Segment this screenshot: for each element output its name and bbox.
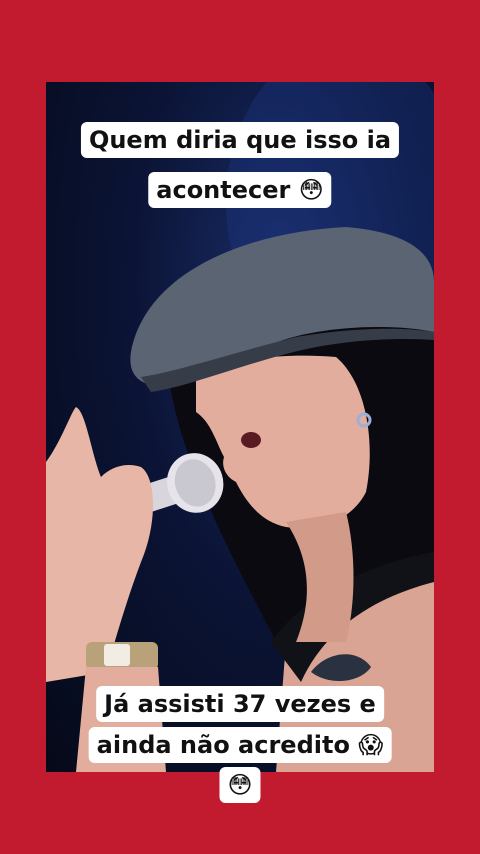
watch-face: [104, 644, 130, 666]
bottom-caption-line-2: ainda não acredito 😱: [88, 727, 392, 763]
bottom-caption-line-3: 😳: [219, 767, 261, 803]
top-caption-line-1: Quem diria que isso ia: [80, 122, 400, 158]
hand: [46, 407, 154, 682]
mouth: [241, 432, 261, 448]
bottom-caption-line-1: Já assisti 37 vezes e: [96, 686, 384, 722]
top-caption-line-2: acontecer 😳: [148, 172, 332, 208]
